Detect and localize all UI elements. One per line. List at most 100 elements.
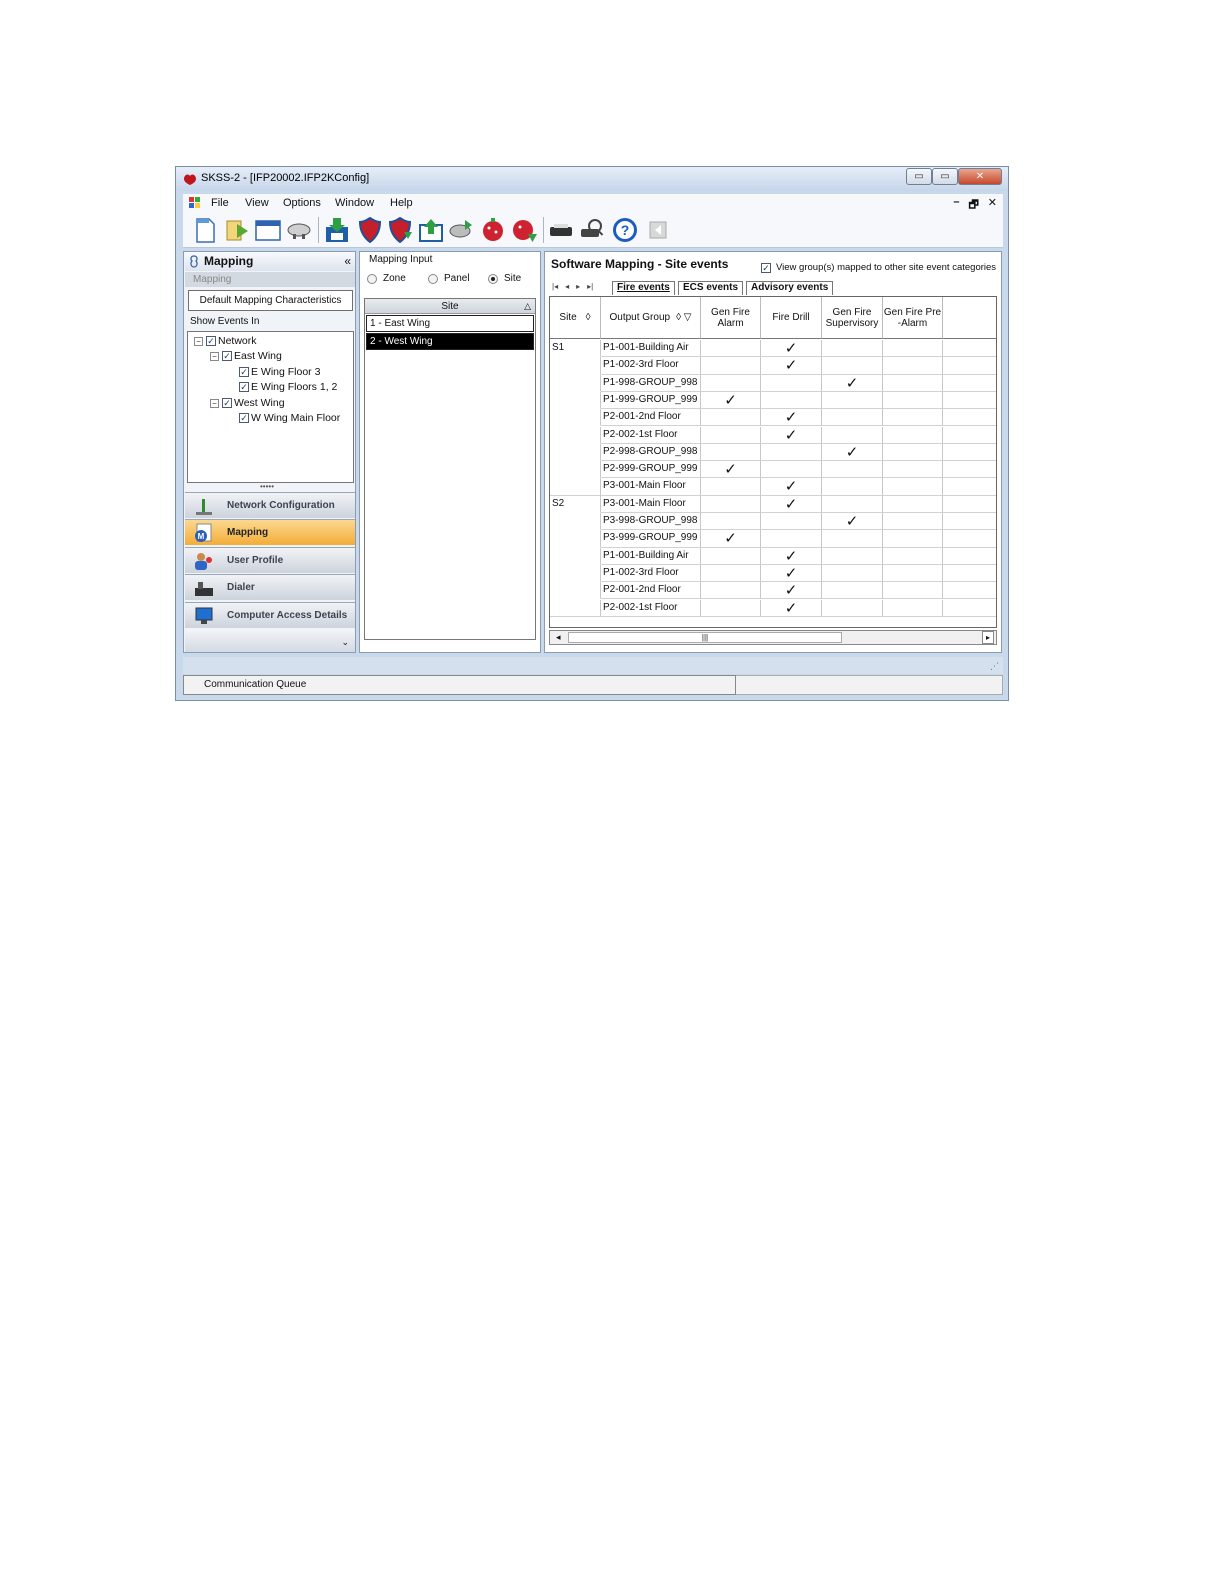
last-tab-icon[interactable]: ▸| xyxy=(587,282,593,291)
site-cell[interactable] xyxy=(550,461,601,479)
site-cell[interactable] xyxy=(550,374,601,392)
column-header-fire-drill[interactable]: Fire Drill xyxy=(761,297,822,339)
event-mapping-cell[interactable] xyxy=(701,513,761,531)
site-cell[interactable] xyxy=(550,409,601,427)
event-mapping-cell[interactable] xyxy=(701,409,761,427)
nav-computer-access-details[interactable]: Computer Access Details xyxy=(185,602,355,628)
empty-cell[interactable] xyxy=(943,530,996,548)
tree-expander[interactable]: − xyxy=(210,398,219,408)
event-mapping-cell[interactable] xyxy=(701,443,761,462)
tree-node-w-wing-main-floor[interactable]: ✓ W Wing Main Floor xyxy=(239,411,340,425)
run-icon[interactable] xyxy=(223,216,251,244)
empty-cell[interactable] xyxy=(943,409,996,427)
tab-ecs-events[interactable]: ECS events xyxy=(678,281,744,295)
tree-node-e-wing-floors-1-2[interactable]: ✓ E Wing Floors 1, 2 xyxy=(239,380,337,394)
event-mapping-cell[interactable] xyxy=(761,391,822,410)
tree-expander[interactable]: − xyxy=(210,351,219,361)
site-cell[interactable]: S1 xyxy=(550,340,601,358)
tree-node-west-wing[interactable]: − ✓ West Wing xyxy=(210,396,285,410)
minimize-button[interactable]: ▭ xyxy=(906,168,932,185)
output-group-cell[interactable]: P1-002-3rd Floor xyxy=(601,357,701,375)
download-icon[interactable] xyxy=(323,216,351,244)
event-mapping-cell[interactable] xyxy=(822,409,883,427)
tree-checkbox[interactable]: ✓ xyxy=(239,367,249,377)
tree-checkbox[interactable]: ✓ xyxy=(239,382,249,392)
event-mapping-cell[interactable] xyxy=(701,564,761,583)
output-group-cell[interactable]: P2-002-1st Floor xyxy=(601,426,701,444)
event-mapping-cell[interactable] xyxy=(883,530,943,548)
column-header-gen-fire-alarm[interactable]: Gen Fire Alarm xyxy=(701,297,761,339)
bug-red-green-icon[interactable] xyxy=(510,216,538,244)
empty-cell[interactable] xyxy=(943,513,996,531)
bug-red-icon[interactable] xyxy=(479,216,507,244)
new-document-icon[interactable] xyxy=(191,216,219,244)
event-mapping-cell[interactable]: ✓ xyxy=(701,391,761,410)
prev-tab-icon[interactable]: ◂ xyxy=(565,282,569,291)
event-mapping-cell[interactable]: ✓ xyxy=(822,443,883,462)
event-mapping-cell[interactable] xyxy=(883,547,943,565)
radio-zone[interactable]: Zone xyxy=(367,273,406,284)
event-mapping-cell[interactable] xyxy=(883,495,943,513)
output-group-cell[interactable]: P3-999-GROUP_999 xyxy=(601,530,701,548)
event-mapping-cell[interactable] xyxy=(883,391,943,410)
site-cell[interactable] xyxy=(550,564,601,583)
printer-icon[interactable] xyxy=(547,216,575,244)
help-icon[interactable]: ? xyxy=(611,216,639,244)
empty-cell[interactable] xyxy=(943,427,996,444)
horizontal-scrollbar[interactable]: ◂ ||| ▸ xyxy=(549,630,997,645)
document-menu-icon[interactable] xyxy=(189,197,201,209)
next-tab-icon[interactable]: ▸ xyxy=(576,282,580,291)
event-mapping-cell[interactable] xyxy=(701,426,761,444)
site-cell[interactable] xyxy=(550,599,601,617)
close-button[interactable]: ✕ xyxy=(958,168,1002,185)
event-mapping-cell[interactable] xyxy=(822,357,883,375)
nav-user-profile[interactable]: User Profile xyxy=(185,547,355,573)
event-mapping-cell[interactable] xyxy=(883,513,943,531)
tree-checkbox[interactable]: ✓ xyxy=(222,398,232,408)
column-header-output-group[interactable]: Output Group ◊ ▽ xyxy=(601,297,701,339)
view-groups-option[interactable]: ✓ View group(s) mapped to other site eve… xyxy=(761,262,996,273)
menu-file[interactable]: File xyxy=(211,197,229,209)
event-mapping-cell[interactable] xyxy=(761,443,822,462)
event-mapping-cell[interactable] xyxy=(701,374,761,392)
menu-window[interactable]: Window xyxy=(335,197,374,209)
default-mapping-characteristics-button[interactable]: Default Mapping Characteristics xyxy=(188,290,353,311)
tab-advisory-events[interactable]: Advisory events xyxy=(746,281,834,295)
output-group-cell[interactable]: P3-998-GROUP_998 xyxy=(601,513,701,531)
event-mapping-cell[interactable] xyxy=(883,582,943,600)
event-mapping-cell[interactable] xyxy=(701,495,761,513)
title-bar[interactable]: SKSS-2 - [IFP20002.IFP2KConfig] ▭ ▭ ✕ xyxy=(176,167,1008,191)
event-mapping-cell[interactable] xyxy=(701,582,761,600)
output-group-cell[interactable]: P2-001-2nd Floor xyxy=(601,409,701,427)
empty-cell[interactable] xyxy=(943,375,996,392)
site-cell[interactable] xyxy=(550,391,601,410)
scroll-left-icon[interactable]: ◂ xyxy=(556,632,561,643)
output-group-cell[interactable]: P1-001-Building Air xyxy=(601,547,701,565)
site-row-west-wing[interactable]: 2 - West Wing xyxy=(366,333,534,350)
tree-checkbox[interactable]: ✓ xyxy=(239,413,249,423)
empty-cell[interactable] xyxy=(943,496,996,513)
maximize-button[interactable]: ▭ xyxy=(932,168,958,185)
menu-help[interactable]: Help xyxy=(390,197,413,209)
site-cell[interactable] xyxy=(550,357,601,375)
event-mapping-cell[interactable] xyxy=(822,495,883,513)
empty-cell[interactable] xyxy=(943,565,996,583)
scroll-thumb[interactable]: ||| xyxy=(568,632,842,643)
empty-cell[interactable] xyxy=(943,478,996,496)
event-mapping-cell[interactable] xyxy=(701,547,761,565)
nav-dialer[interactable]: Dialer xyxy=(185,574,355,600)
site-cell[interactable] xyxy=(550,426,601,444)
event-mapping-cell[interactable] xyxy=(822,599,883,617)
event-mapping-cell[interactable] xyxy=(883,478,943,496)
site-cell[interactable] xyxy=(550,530,601,548)
nav-overflow-button[interactable]: ⌄ xyxy=(185,632,355,652)
event-mapping-cell[interactable] xyxy=(701,357,761,375)
event-mapping-cell[interactable] xyxy=(883,564,943,583)
event-mapping-cell[interactable]: ✓ xyxy=(761,599,822,617)
output-group-cell[interactable]: P1-999-GROUP_999 xyxy=(601,391,701,410)
output-group-cell[interactable]: P1-001-Building Air xyxy=(601,340,701,358)
site-cell[interactable]: S2 xyxy=(550,495,601,513)
nav-mapping[interactable]: M Mapping xyxy=(185,519,355,545)
radio-button[interactable] xyxy=(488,273,498,284)
event-mapping-cell[interactable] xyxy=(822,582,883,600)
